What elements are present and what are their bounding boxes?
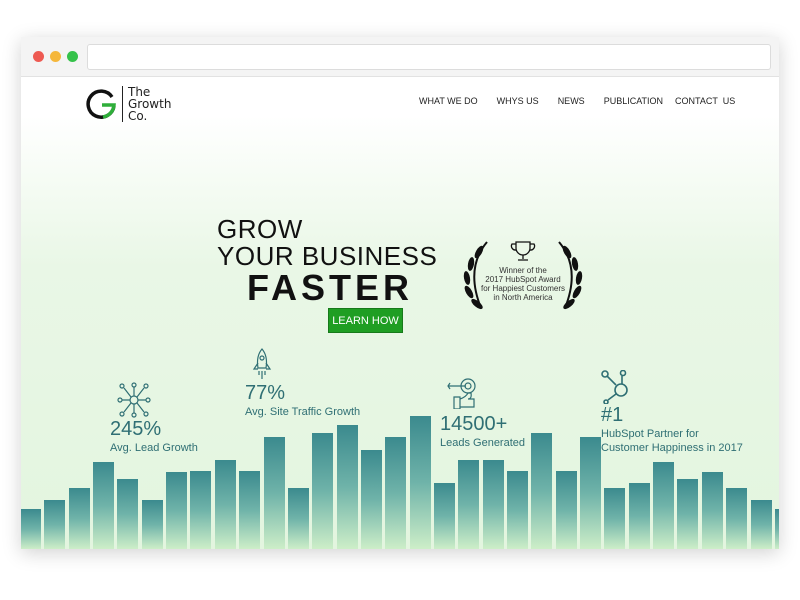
decorative-bar	[531, 433, 553, 549]
stat-label: HubSpot Partner for Customer Happiness i…	[601, 427, 743, 455]
headline-line: GROW	[217, 214, 303, 244]
decorative-bar	[604, 488, 626, 549]
close-window-button[interactable]	[33, 51, 44, 62]
decorative-bar	[701, 472, 723, 549]
browser-chrome	[21, 37, 779, 77]
stat-label-line: Customer Happiness in 2017	[601, 442, 743, 454]
decorative-bar	[653, 462, 675, 549]
logo[interactable]: The Growth Co.	[85, 86, 171, 122]
decorative-bar	[166, 472, 188, 549]
decorative-bar	[458, 460, 480, 549]
award-text: Winner of the 2017 HubSpot Award for Hap…	[477, 266, 569, 302]
decorative-bar	[263, 437, 285, 549]
decorative-bar	[507, 471, 528, 549]
nav-publication[interactable]: PUBLICATION	[604, 96, 663, 106]
decorative-bar	[433, 483, 455, 549]
decorative-bar	[774, 509, 779, 549]
learn-how-button[interactable]: LEARN HOW	[328, 308, 403, 333]
decorative-bar	[360, 450, 382, 549]
stat-leads: 14500+ Leads Generated	[440, 377, 525, 450]
award-line: Winner of the	[499, 266, 547, 275]
decorative-bar	[750, 500, 772, 549]
logo-g-icon	[86, 89, 116, 119]
nav-news[interactable]: NEWS	[558, 96, 585, 106]
decorative-bar	[21, 509, 41, 549]
nav-contact-us[interactable]: CONTACT US	[675, 96, 735, 106]
decorative-bar	[555, 471, 577, 549]
address-bar[interactable]	[87, 44, 771, 70]
logo-line: Co.	[128, 109, 148, 123]
decorative-bar	[141, 500, 163, 549]
logo-text: The Growth Co.	[122, 86, 171, 122]
award-line: in North America	[493, 293, 553, 302]
headline-line: YOUR BUSINESS	[217, 241, 438, 271]
decorative-bar	[677, 479, 699, 549]
stat-label: Avg. Site Traffic Growth	[245, 406, 361, 418]
hubspot-icon	[601, 370, 628, 404]
decorative-bar	[628, 483, 650, 549]
target-thumbs-up-icon	[447, 378, 476, 409]
decorative-bar	[726, 488, 748, 549]
maximize-window-button[interactable]	[67, 51, 78, 62]
nav-whys-us[interactable]: WHYS US	[497, 96, 539, 106]
headline-line: FASTER	[247, 267, 414, 308]
network-icon	[117, 382, 151, 418]
stat-label: Avg. Lead Growth	[110, 442, 198, 454]
decorative-bar	[409, 416, 431, 549]
minimize-window-button[interactable]	[50, 51, 61, 62]
decorative-bar	[482, 460, 504, 549]
award-line: for Happiest Customers	[480, 284, 566, 293]
rocket-icon	[252, 348, 272, 379]
page: The Growth Co. WHAT WE DO WHYS US NEWS P…	[21, 78, 779, 549]
trophy-icon	[510, 241, 536, 261]
stat-value: 14500+	[440, 413, 508, 435]
decorative-bar	[336, 425, 358, 549]
browser-window: The Growth Co. WHAT WE DO WHYS US NEWS P…	[21, 37, 779, 549]
stat-value: 77%	[245, 382, 286, 404]
main-nav: WHAT WE DO WHYS US NEWS PUBLICATION CONT…	[419, 96, 754, 106]
decorative-bar	[68, 488, 90, 549]
stat-traffic-growth: 77% Avg. Site Traffic Growth	[245, 348, 360, 419]
decorative-bar	[312, 433, 334, 549]
stat-value: #1	[601, 404, 624, 426]
decorative-bar	[385, 437, 407, 549]
stat-label-line: HubSpot Partner for	[601, 428, 699, 440]
decorative-bar	[580, 437, 602, 549]
award-line: 2017 HubSpot Award	[485, 275, 561, 284]
decorative-bar	[93, 462, 115, 549]
decorative-bar	[190, 471, 212, 549]
nav-what-we-do[interactable]: WHAT WE DO	[419, 96, 478, 106]
stat-value: 245%	[110, 418, 162, 440]
hero-headline: GROW YOUR BUSINESS FASTER	[217, 216, 437, 306]
award-badge: Winner of the 2017 HubSpot Award for Hap…	[457, 238, 589, 348]
decorative-bar	[44, 500, 66, 549]
decorative-bar	[287, 488, 309, 549]
decorative-bar	[214, 460, 236, 549]
decorative-bar	[239, 471, 261, 549]
stat-hubspot: #1 HubSpot Partner for Customer Happines…	[601, 370, 743, 455]
decorative-bar	[117, 479, 139, 549]
stat-lead-growth: 245% Avg. Lead Growth	[110, 382, 198, 455]
stat-label: Leads Generated	[440, 437, 526, 449]
